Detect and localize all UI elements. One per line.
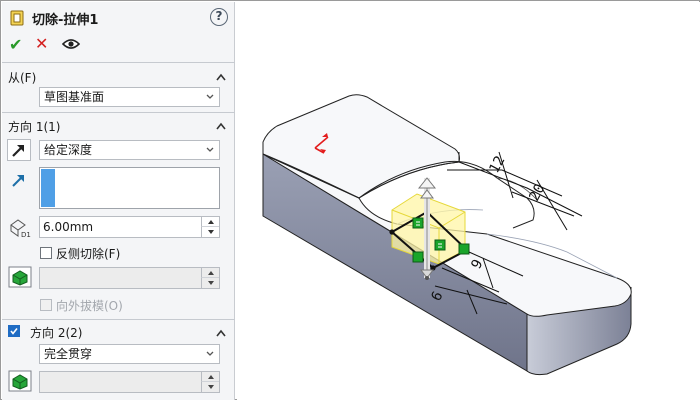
relation-handle[interactable] [458,243,470,255]
relation-handle[interactable] [412,251,424,263]
cancel-button[interactable]: ✕ [35,34,48,53]
property-manager-header: 切除-拉伸1 ? ✔ ✕ [2,2,235,58]
ok-button[interactable]: ✔ [9,35,22,54]
direction2-draft-decrement-button[interactable] [201,382,219,392]
reverse-direction-button[interactable] [7,139,31,161]
section-divider [2,62,235,63]
draft-outward-checkbox[interactable] [40,299,52,311]
direction2-draft-angle-input[interactable] [39,371,220,393]
collapse-direction1-chevron-up-icon[interactable] [216,119,226,130]
from-section-title: 从(F) [8,71,37,85]
flip-side-to-cut-label: 反侧切除(F) [56,247,121,261]
direction2-section-title: 方向 2(2) [30,326,83,340]
chevron-down-icon [206,90,214,102]
direction1-end-condition-value: 给定深度 [44,143,93,157]
help-button[interactable]: ? [210,8,228,26]
detailed-preview-eye-icon[interactable] [61,38,81,53]
direction-of-extrusion-selection-box[interactable] [39,167,220,209]
window-frame: 切除-拉伸1 ? ✔ ✕ 从(F) 草图基准面 方向 1(1) 给定深度 D1 … [0,0,700,400]
section-divider [2,319,235,320]
draft-angle-input[interactable] [39,267,220,289]
draft-angle-increment-button[interactable] [201,268,219,278]
feature-title: 切除-拉伸1 [32,13,99,28]
extruded-cut-icon [10,10,24,26]
draft-outward-label: 向外拔模(O) [56,299,123,313]
depth-input[interactable]: 6.00mm [39,216,220,238]
flip-side-to-cut-checkbox[interactable] [40,247,52,259]
chevron-down-icon [206,143,214,155]
property-manager: 切除-拉伸1 ? ✔ ✕ 从(F) 草图基准面 方向 1(1) 给定深度 D1 … [2,2,235,400]
section-divider [2,112,235,113]
direction2-enable-checkbox[interactable] [8,325,20,337]
depth-increment-button[interactable] [201,217,219,227]
chevron-down-icon [206,347,214,359]
direction2-end-condition-dropdown[interactable]: 完全贯穿 [39,344,220,364]
depth-dimension-icon: D1 [8,217,32,239]
depth-value: 6.00mm [43,220,94,234]
relation-handle[interactable] [412,217,424,229]
svg-text:D1: D1 [21,231,31,239]
direction1-section-title: 方向 1(1) [8,120,61,134]
graphics-area[interactable]: 12 20 9 6 [237,2,700,400]
direction2-end-condition-value: 完全贯穿 [44,347,93,361]
depth-decrement-button[interactable] [201,227,219,237]
from-start-condition-dropdown[interactable]: 草图基准面 [39,87,220,107]
collapse-direction2-chevron-up-icon[interactable] [216,326,226,337]
direction1-end-condition-dropdown[interactable]: 给定深度 [39,140,220,160]
active-selection-bar [41,169,55,207]
direction2-draft-increment-button[interactable] [201,372,219,382]
relation-handle[interactable] [434,239,446,251]
from-start-condition-value: 草图基准面 [44,90,105,104]
draft-angle-decrement-button[interactable] [201,278,219,288]
direction2-draft-button[interactable] [8,370,32,392]
collapse-from-chevron-up-icon[interactable] [216,70,226,81]
model-view[interactable]: 12 20 9 6 [237,2,700,400]
draft-on-off-button[interactable] [8,266,32,288]
direction-of-extrusion-arrow-icon [8,170,32,192]
